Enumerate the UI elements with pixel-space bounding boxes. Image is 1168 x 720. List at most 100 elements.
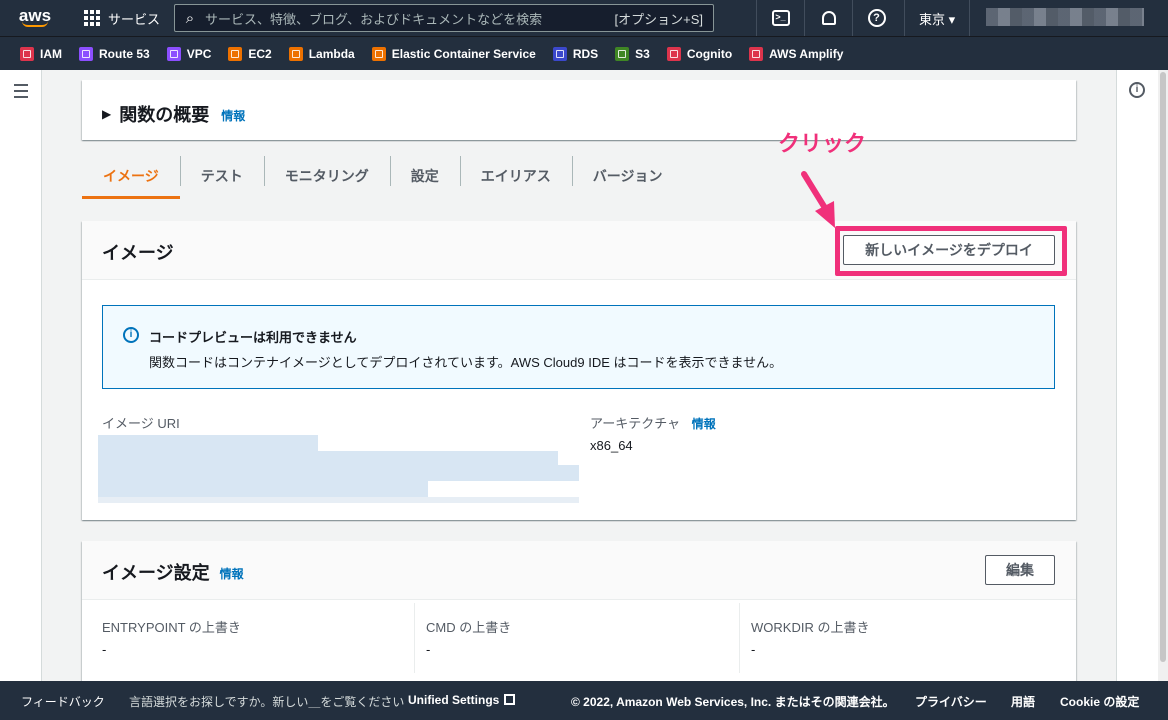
main-content: ▶ 関数の概要 情報 イメージ テスト モニタリング 設定 エイリアス バージョン イメー… bbox=[42, 70, 1116, 681]
overview-info-link[interactable]: 情報 bbox=[221, 107, 245, 124]
nav-icon-group: >_ ? bbox=[756, 0, 900, 36]
favorite-lambda[interactable]: Lambda bbox=[288, 46, 355, 61]
help-icon: ? bbox=[867, 9, 886, 27]
workdir-value: - bbox=[751, 642, 756, 657]
image-settings-panel: イメージ設定 情報 編集 ENTRYPOINT の上書き - CMD の上書き … bbox=[82, 541, 1076, 681]
favorite-label: AWS Amplify bbox=[769, 46, 844, 61]
region-selector[interactable]: 東京 ▾ bbox=[904, 0, 971, 36]
tab-1[interactable]: テスト bbox=[179, 153, 264, 199]
terms-link[interactable]: 用語 bbox=[1011, 693, 1035, 710]
favorite-vpc[interactable]: VPC bbox=[166, 46, 212, 61]
alert-message: 関数コードはコンテナイメージとしてデプロイされています。AWS Cloud9 I… bbox=[149, 355, 783, 370]
search-placeholder: サービス、特徴、ブログ、およびドキュメントなどを検索 bbox=[205, 11, 543, 27]
architecture-info-link[interactable]: 情報 bbox=[692, 417, 716, 431]
favorite-label: Lambda bbox=[308, 46, 355, 61]
favorite-ec2[interactable]: EC2 bbox=[228, 46, 272, 61]
search-shortcut: [オプション+S] bbox=[614, 11, 704, 27]
tab-3[interactable]: 設定 bbox=[389, 153, 460, 199]
service-icon bbox=[288, 46, 303, 61]
function-overview-toggle[interactable]: ▶ 関数の概要 情報 bbox=[102, 101, 245, 127]
service-icon bbox=[749, 46, 764, 61]
unified-settings-link[interactable]: Unified Settings bbox=[408, 693, 516, 707]
favorite-label: RDS bbox=[572, 46, 599, 61]
info-panel-icon[interactable]: i bbox=[1129, 82, 1145, 98]
deploy-button-highlight bbox=[835, 226, 1067, 276]
cookie-settings-link[interactable]: Cookie の設定 bbox=[1060, 693, 1139, 710]
tab-4[interactable]: エイリアス bbox=[459, 153, 572, 199]
menu-icon[interactable] bbox=[14, 84, 28, 102]
footer: フィードバック 言語選択をお探しですか。新しい＿をご覧ください Unified … bbox=[0, 681, 1168, 720]
right-side-rail: i bbox=[1116, 70, 1158, 681]
language-prompt: 言語選択をお探しですか。新しい＿をご覧ください bbox=[129, 695, 405, 709]
bell-icon bbox=[821, 11, 836, 25]
favorite-label: EC2 bbox=[248, 46, 272, 61]
click-callout-text: クリック bbox=[778, 131, 867, 156]
cloudshell-button[interactable]: >_ bbox=[756, 0, 804, 36]
architecture-label: アーキテクチャ bbox=[590, 416, 681, 431]
favorite-iam[interactable]: IAM bbox=[20, 46, 62, 61]
architecture-value: x86_64 bbox=[590, 438, 633, 453]
edit-button[interactable]: 編集 bbox=[985, 555, 1055, 585]
service-icon bbox=[615, 46, 630, 61]
favorite-label: Cognito bbox=[686, 46, 733, 61]
scrollbar-thumb[interactable] bbox=[1160, 72, 1166, 662]
entrypoint-label: ENTRYPOINT の上書き bbox=[102, 620, 241, 635]
favorite-label: Elastic Container Service bbox=[391, 46, 536, 61]
copyright-text: © 2022, Amazon Web Services, Inc. またはその関… bbox=[571, 695, 895, 709]
service-icon bbox=[166, 46, 181, 61]
top-navigation: aws サービス ⌕ サービス、特徴、ブログ、およびドキュメントなどを検索 [オ… bbox=[0, 0, 1168, 36]
service-icon bbox=[666, 46, 681, 61]
services-menu-button[interactable]: サービス bbox=[70, 0, 170, 36]
aws-logo[interactable]: aws bbox=[0, 0, 70, 36]
service-icon bbox=[79, 46, 93, 61]
column-divider bbox=[739, 603, 740, 673]
account-menu-redacted[interactable] bbox=[986, 8, 1144, 26]
search-input[interactable]: ⌕ サービス、特徴、ブログ、およびドキュメントなどを検索 [オプション+S] bbox=[174, 4, 714, 32]
caret-right-icon: ▶ bbox=[102, 107, 112, 121]
tab-0[interactable]: イメージ bbox=[82, 153, 180, 199]
favorite-route-53[interactable]: Route 53 bbox=[79, 46, 150, 61]
architecture-label-row: アーキテクチャ 情報 bbox=[590, 413, 716, 432]
service-icon bbox=[371, 46, 386, 61]
code-preview-alert: i コードプレビューは利用できません 関数コードはコンテナイメージとしてデプロイ… bbox=[102, 305, 1055, 389]
image-uri-label: イメージ URI bbox=[102, 416, 180, 431]
function-overview-title: 関数の概要 bbox=[119, 105, 210, 125]
image-settings-title-row: イメージ設定 情報 bbox=[102, 559, 244, 585]
favorite-elastic-container-service[interactable]: Elastic Container Service bbox=[371, 46, 536, 61]
entrypoint-value: - bbox=[102, 642, 107, 657]
image-settings-info-link[interactable]: 情報 bbox=[220, 565, 244, 582]
privacy-link[interactable]: プライバシー bbox=[915, 693, 987, 710]
service-icon bbox=[228, 46, 243, 61]
column-divider bbox=[414, 603, 415, 673]
favorite-label: VPC bbox=[186, 46, 212, 61]
left-side-rail bbox=[0, 70, 42, 681]
services-label: サービス bbox=[108, 11, 161, 27]
cmd-label: CMD の上書き bbox=[426, 620, 512, 635]
tab-2[interactable]: モニタリング bbox=[263, 153, 390, 199]
alert-title: コードプレビューは利用できません bbox=[149, 330, 357, 345]
image-settings-title: イメージ設定 bbox=[102, 563, 210, 583]
tab-bar: イメージ テスト モニタリング 設定 エイリアス バージョン bbox=[82, 153, 1076, 199]
info-icon: i bbox=[123, 327, 139, 343]
notifications-button[interactable] bbox=[804, 0, 852, 36]
favorite-cognito[interactable]: Cognito bbox=[666, 46, 733, 61]
help-button[interactable]: ? bbox=[852, 0, 900, 36]
favorites-bar: IAM Route 53 VPC EC2 Lambda Elastic Container… bbox=[0, 36, 1168, 70]
function-overview-panel: ▶ 関数の概要 情報 bbox=[82, 80, 1076, 140]
scrollbar[interactable] bbox=[1158, 70, 1168, 681]
image-uri-value-redacted bbox=[98, 435, 579, 516]
service-icon bbox=[552, 46, 567, 61]
favorite-s3[interactable]: S3 bbox=[615, 46, 650, 61]
cmd-value: - bbox=[426, 642, 431, 657]
workdir-label: WORKDIR の上書き bbox=[751, 620, 870, 635]
aws-smile-icon bbox=[22, 21, 48, 27]
favorite-aws-amplify[interactable]: AWS Amplify bbox=[749, 46, 844, 61]
grid-icon bbox=[84, 10, 100, 26]
favorite-label: S3 bbox=[635, 46, 650, 61]
image-settings-header: イメージ設定 情報 編集 bbox=[82, 541, 1076, 600]
favorite-label: Route 53 bbox=[99, 46, 150, 61]
tab-5[interactable]: バージョン bbox=[571, 153, 684, 199]
feedback-link[interactable]: フィードバック bbox=[21, 693, 105, 710]
favorite-rds[interactable]: RDS bbox=[552, 46, 599, 61]
service-icon bbox=[20, 46, 34, 61]
